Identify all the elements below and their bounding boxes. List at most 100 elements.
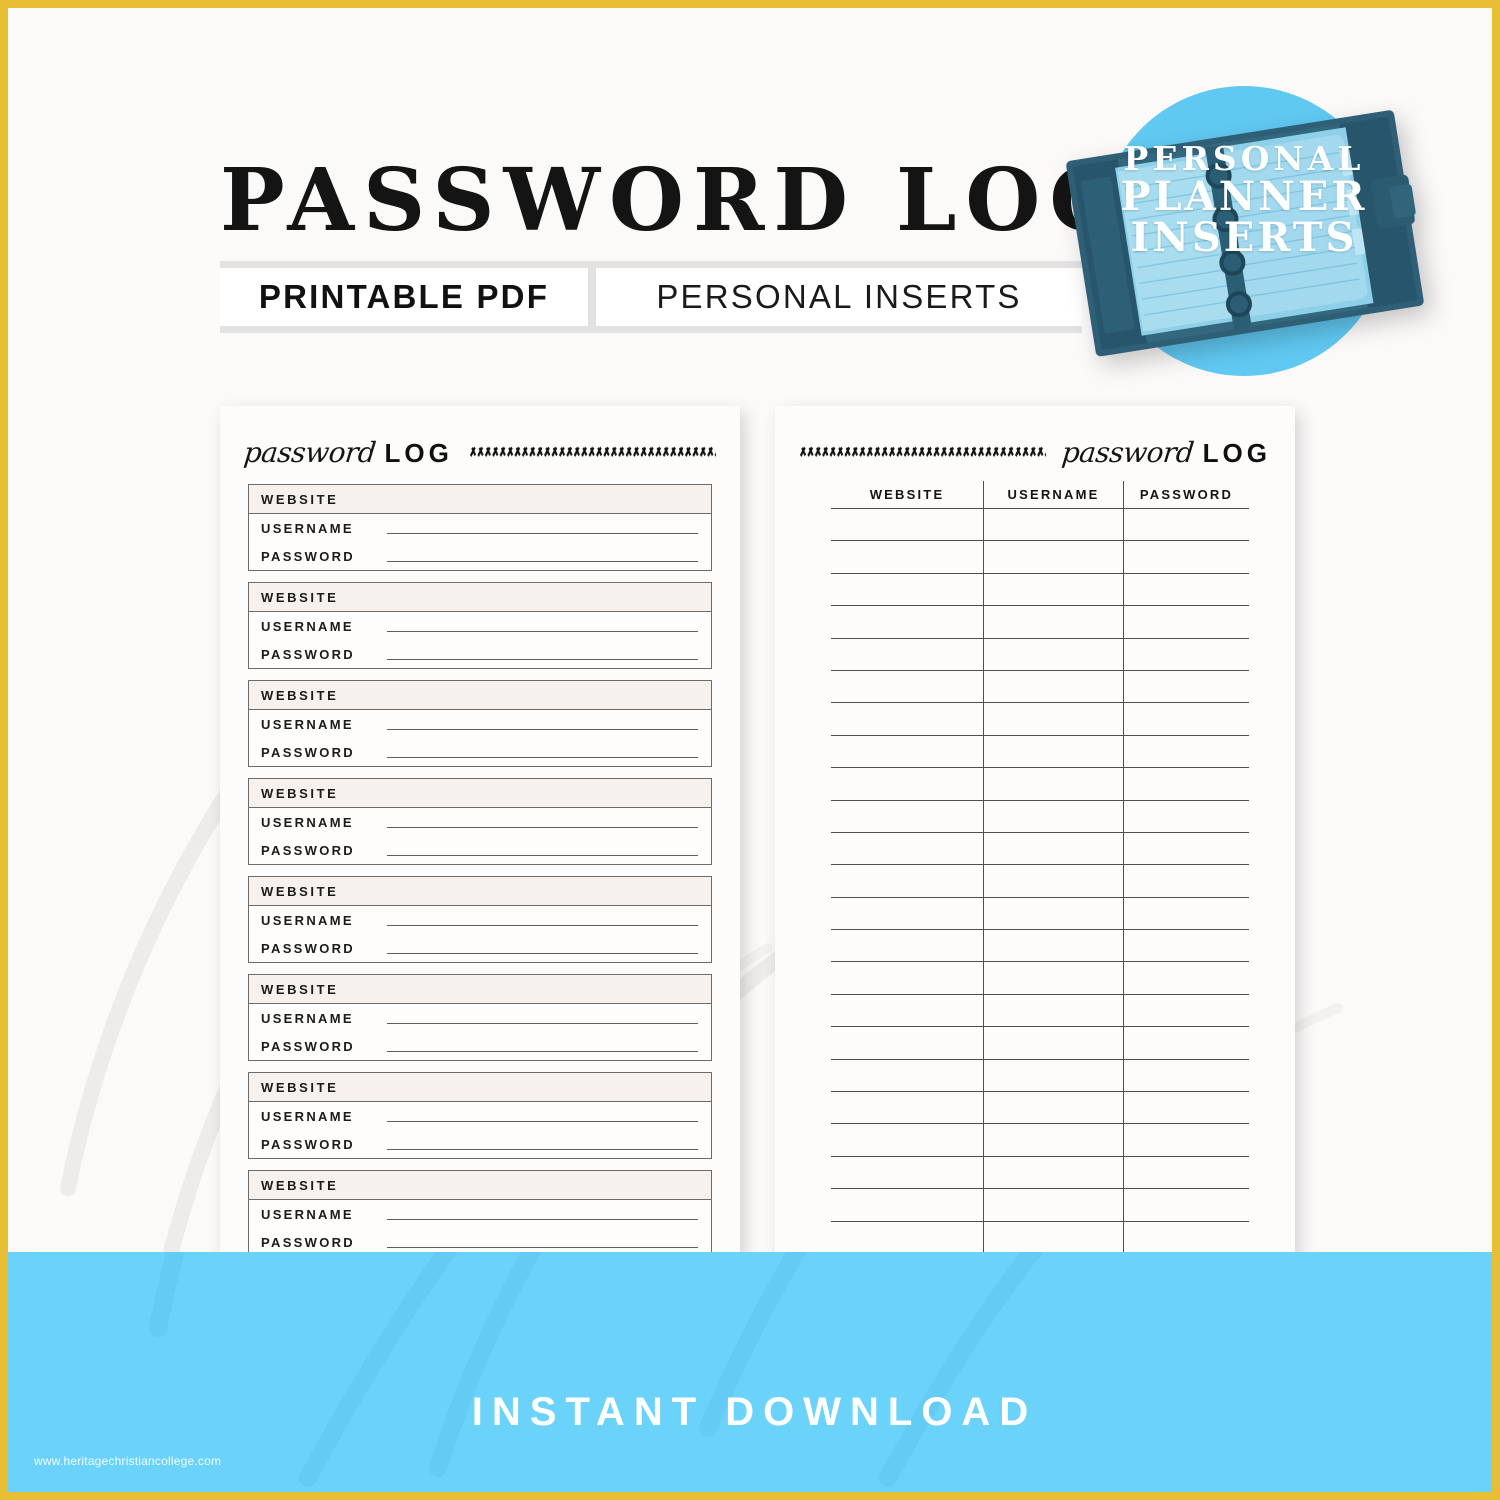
entry-username-writeline[interactable] — [387, 1120, 698, 1122]
table-body — [831, 481, 1249, 1319]
entry-password-field[interactable]: PASSWORD — [249, 934, 711, 962]
table-row[interactable] — [831, 671, 1249, 704]
entry-username-field[interactable]: USERNAME — [249, 1200, 711, 1228]
password-entry-block[interactable]: WEBSITE USERNAME PASSWORD — [248, 680, 712, 767]
table-row[interactable] — [831, 1157, 1249, 1190]
table-row[interactable] — [831, 898, 1249, 931]
table-row[interactable] — [831, 1092, 1249, 1125]
entry-password-writeline[interactable] — [387, 1246, 698, 1248]
table-row[interactable] — [831, 1060, 1249, 1093]
left-page-header: password LOG — [242, 430, 716, 474]
entry-password-writeline[interactable] — [387, 756, 698, 758]
entry-password-field[interactable]: PASSWORD — [249, 836, 711, 864]
entry-username-label: USERNAME — [261, 520, 354, 536]
table-row[interactable] — [831, 833, 1249, 866]
entry-password-writeline[interactable] — [387, 1050, 698, 1052]
table-row[interactable] — [831, 736, 1249, 769]
tag-printable-pdf: PRINTABLE PDF — [220, 268, 588, 326]
table-row[interactable] — [831, 509, 1249, 542]
entry-password-field[interactable]: PASSWORD — [249, 1032, 711, 1060]
table-row[interactable] — [831, 606, 1249, 639]
entry-username-writeline[interactable] — [387, 532, 698, 534]
entry-username-field[interactable]: USERNAME — [249, 710, 711, 738]
right-page-header: password LOG — [799, 430, 1271, 474]
password-entry-block[interactable]: WEBSITE USERNAME PASSWORD — [248, 1072, 712, 1159]
header-script-word: password — [1060, 435, 1196, 469]
entry-username-writeline[interactable] — [387, 826, 698, 828]
footer-watermark — [149, 1252, 1044, 1487]
entry-username-writeline[interactable] — [387, 1022, 698, 1024]
password-entry-block[interactable]: WEBSITE USERNAME PASSWORD — [248, 778, 712, 865]
entry-username-field[interactable]: USERNAME — [249, 808, 711, 836]
entry-password-field[interactable]: PASSWORD — [249, 542, 711, 570]
entry-password-writeline[interactable] — [387, 560, 698, 562]
entry-username-writeline[interactable] — [387, 630, 698, 632]
table-row[interactable] — [831, 1222, 1249, 1254]
table-row[interactable] — [831, 801, 1249, 833]
password-entry-block[interactable]: WEBSITE USERNAME PASSWORD — [248, 1170, 712, 1257]
right-page-header-title: password LOG — [1060, 435, 1271, 469]
entry-username-writeline[interactable] — [387, 728, 698, 730]
entry-password-writeline[interactable] — [387, 1148, 698, 1150]
instant-download-label: INSTANT DOWNLOAD — [471, 1390, 1038, 1434]
table-column-divider-2 — [1123, 481, 1124, 1319]
password-entry-block[interactable]: WEBSITE USERNAME PASSWORD — [248, 974, 712, 1061]
entry-website-label: WEBSITE — [249, 779, 711, 808]
password-entry-list: WEBSITE USERNAME PASSWORD WEBSITE USERNAME PA… — [248, 484, 712, 1268]
table-row[interactable] — [831, 930, 1249, 963]
table-row[interactable] — [831, 574, 1249, 607]
password-entry-block[interactable]: WEBSITE USERNAME PASSWORD — [248, 582, 712, 669]
entry-username-field[interactable]: USERNAME — [249, 514, 711, 542]
table-row[interactable] — [831, 541, 1249, 574]
table-row[interactable] — [831, 639, 1249, 671]
table-column-divider-1 — [983, 481, 984, 1319]
entry-website-label: WEBSITE — [249, 485, 711, 514]
table-row[interactable] — [831, 1027, 1249, 1060]
entry-password-label: PASSWORD — [261, 1038, 355, 1054]
entry-username-label: USERNAME — [261, 912, 354, 928]
entry-password-field[interactable]: PASSWORD — [249, 640, 711, 668]
entry-username-field[interactable]: USERNAME — [249, 1004, 711, 1032]
entry-username-label: USERNAME — [261, 1108, 354, 1124]
entry-username-field[interactable]: USERNAME — [249, 612, 711, 640]
printable-page-right: password LOG WEBSITE USERNAME PASSWORD — [775, 406, 1295, 1374]
badge-text: PERSONAL PLANNER INSERTS — [1099, 142, 1389, 259]
table-row[interactable] — [831, 995, 1249, 1028]
entry-password-writeline[interactable] — [387, 658, 698, 660]
left-page-header-title: password LOG — [242, 436, 453, 469]
password-entry-block[interactable]: WEBSITE USERNAME PASSWORD — [248, 484, 712, 571]
image-canvas: PASSWORD LOG PRINTABLE PDF PERSONAL INSE… — [8, 8, 1492, 1492]
entry-website-label: WEBSITE — [249, 1073, 711, 1102]
subtitle-bar: PRINTABLE PDF PERSONAL INSERTS — [220, 261, 1082, 333]
entry-password-writeline[interactable] — [387, 854, 698, 856]
table-row[interactable] — [831, 1189, 1249, 1222]
product-listing-image: PASSWORD LOG PRINTABLE PDF PERSONAL INSE… — [0, 0, 1500, 1500]
entry-username-field[interactable]: USERNAME — [249, 906, 711, 934]
table-row[interactable] — [831, 703, 1249, 736]
decorative-braid-divider-right — [799, 441, 1047, 463]
entry-website-label: WEBSITE — [249, 877, 711, 906]
entry-password-label: PASSWORD — [261, 842, 355, 858]
password-entry-block[interactable]: WEBSITE USERNAME PASSWORD — [248, 876, 712, 963]
table-row[interactable] — [831, 768, 1249, 801]
table-header-row: WEBSITE USERNAME PASSWORD — [831, 480, 1249, 508]
entry-website-label: WEBSITE — [249, 583, 711, 612]
entry-username-writeline[interactable] — [387, 1218, 698, 1220]
entry-password-writeline[interactable] — [387, 952, 698, 954]
entry-username-label: USERNAME — [261, 1206, 354, 1222]
entry-website-label: WEBSITE — [249, 975, 711, 1004]
entry-password-field[interactable]: PASSWORD — [249, 738, 711, 766]
entry-password-label: PASSWORD — [261, 1234, 355, 1250]
entry-password-field[interactable]: PASSWORD — [249, 1130, 711, 1158]
entry-username-writeline[interactable] — [387, 924, 698, 926]
password-table: WEBSITE USERNAME PASSWORD — [831, 480, 1249, 1319]
footer-band — [8, 1252, 1492, 1492]
table-row[interactable] — [831, 1124, 1249, 1157]
masthead: PASSWORD LOG — [220, 158, 1123, 244]
entry-password-label: PASSWORD — [261, 744, 355, 760]
table-row[interactable] — [831, 865, 1249, 898]
badge-line-2: PLANNER — [1120, 172, 1368, 220]
entry-username-field[interactable]: USERNAME — [249, 1102, 711, 1130]
table-row[interactable] — [831, 962, 1249, 995]
printable-page-left: password LOG WEBSITE USERNAME PASSWORD W… — [220, 406, 740, 1374]
